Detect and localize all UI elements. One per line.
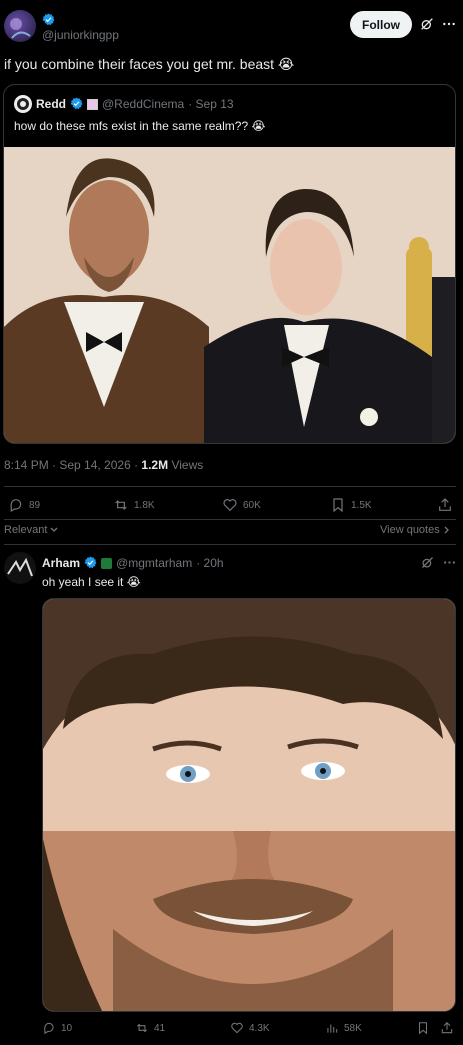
reply-share-button[interactable] [440, 1021, 454, 1035]
reply-icon [44, 1022, 54, 1035]
tweet-text: if you combine their faces you get mr. b… [4, 56, 295, 72]
views-icon [327, 1024, 338, 1033]
reply-like-count: 4.3K [249, 1022, 270, 1034]
reply-views-button[interactable]: 58K [325, 1021, 362, 1035]
reply-author-name[interactable]: Arham [42, 556, 80, 570]
reply-avatar[interactable] [4, 552, 36, 584]
reply-count: 89 [29, 499, 41, 511]
reply-button[interactable]: 89 [8, 497, 40, 513]
share-icon [439, 498, 451, 511]
bookmark-icon [333, 498, 343, 513]
view-quotes-label: View quotes [380, 524, 440, 536]
affiliate-badge-icon [101, 557, 113, 569]
like-icon [223, 499, 237, 512]
quote-author-name[interactable]: Redd [36, 97, 66, 111]
grok-icon[interactable] [418, 15, 436, 33]
reply-text: oh yeah I see it 😭 [42, 575, 141, 589]
like-count: 60K [243, 499, 261, 511]
reply-photo[interactable] [42, 598, 456, 1012]
divider [4, 519, 456, 520]
quote-header: Redd @ReddCinema · Sep 13 [14, 95, 234, 113]
reply-like-button[interactable]: 4.3K [230, 1021, 270, 1035]
views-label: Views [168, 458, 204, 472]
quoted-tweet[interactable]: Redd @ReddCinema · Sep 13 how do these m… [3, 84, 456, 444]
author-avatar[interactable] [4, 10, 36, 42]
repost-icon [115, 500, 127, 510]
quote-date[interactable]: · Sep 13 [188, 97, 233, 111]
reply-icon [10, 499, 22, 513]
repost-count: 1.8K [134, 499, 155, 511]
repost-icon [136, 1023, 148, 1033]
chevron-right-icon [444, 526, 449, 534]
more-icon[interactable] [440, 553, 458, 571]
reply-time[interactable]: · 20h [196, 556, 223, 570]
share-button[interactable] [437, 497, 453, 513]
affiliate-badge-icon [87, 98, 98, 110]
reply-views-count: 58K [344, 1022, 362, 1034]
author-handle[interactable]: @juniorkingpp [42, 28, 119, 42]
quote-author-handle[interactable]: @ReddCinema [102, 97, 184, 111]
quote-photo[interactable] [4, 147, 455, 443]
divider [4, 544, 456, 545]
tweet-timestamp[interactable]: 8:14 PM · Sep 14, 2026 · [4, 458, 141, 472]
bookmark-count: 1.5K [351, 499, 372, 511]
reply-header: Arham @mgmtarham · 20h [42, 556, 224, 570]
bookmark-icon [418, 1022, 428, 1035]
like-icon [231, 1022, 243, 1034]
reply-bookmark-button[interactable] [416, 1021, 430, 1035]
share-icon [441, 1022, 453, 1034]
more-icon[interactable] [440, 15, 458, 33]
divider [4, 486, 456, 487]
reply-repost-count: 41 [154, 1022, 166, 1034]
tweet-meta: 8:14 PM · Sep 14, 2026 · 1.2M Views [4, 458, 203, 472]
like-button[interactable]: 60K [222, 497, 261, 513]
reply-repost-button[interactable]: 41 [135, 1021, 165, 1035]
views-count: 1.2M [141, 458, 169, 472]
verified-badge-icon [70, 97, 83, 111]
verified-badge-icon [84, 556, 97, 570]
follow-button[interactable]: Follow [350, 11, 412, 38]
bookmark-button[interactable]: 1.5K [330, 497, 372, 513]
quote-text: how do these mfs exist in the same realm… [14, 119, 266, 133]
sort-label: Relevant [4, 524, 48, 536]
grok-icon[interactable] [418, 553, 436, 571]
reply-author-handle[interactable]: @mgmtarham [116, 556, 192, 570]
reply-reply-button[interactable]: 10 [42, 1021, 72, 1035]
quote-avatar[interactable] [14, 95, 32, 113]
reply-reply-count: 10 [61, 1022, 73, 1034]
view-quotes-link[interactable]: View quotes [380, 524, 451, 536]
sort-dropdown[interactable]: Relevant [4, 524, 59, 536]
repost-button[interactable]: 1.8K [113, 497, 155, 513]
verified-badge-icon [42, 11, 55, 29]
chevron-down-icon [50, 527, 58, 532]
